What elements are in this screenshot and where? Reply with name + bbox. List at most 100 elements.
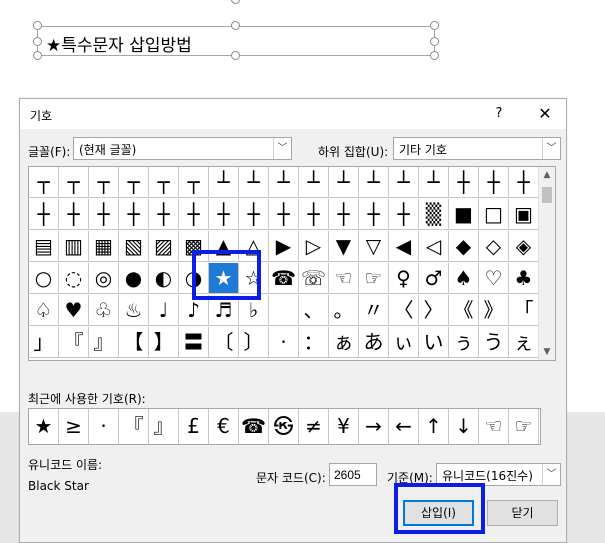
- symbol-cell[interactable]: ●: [119, 263, 149, 294]
- recent-symbol-cell[interactable]: ≠: [299, 409, 329, 444]
- close-button[interactable]: 닫기: [487, 500, 558, 526]
- symbol-cell[interactable]: あ: [359, 327, 389, 358]
- symbol-cell[interactable]: 》: [479, 295, 509, 326]
- recent-symbol-cell[interactable]: ★: [29, 409, 59, 444]
- symbol-cell[interactable]: ▤: [29, 231, 59, 262]
- scroll-up-icon[interactable]: ▲: [539, 167, 555, 183]
- recent-symbol-cell[interactable]: ☜: [479, 409, 509, 444]
- symbol-cell[interactable]: ┼: [209, 199, 239, 230]
- symbol-cell[interactable]: ◐: [149, 263, 179, 294]
- from-combobox[interactable]: 유니코드(16진수) ﹀: [436, 463, 561, 486]
- symbol-cell[interactable]: ┴: [359, 167, 389, 198]
- symbol-cell[interactable]: ▲: [209, 231, 239, 262]
- recent-symbol-cell[interactable]: ☞: [509, 409, 539, 444]
- symbol-cell[interactable]: 《: [449, 295, 479, 326]
- resize-handle-ml[interactable]: [33, 37, 42, 46]
- symbol-cell[interactable]: ♣: [509, 263, 539, 294]
- symbol-cell[interactable]: ┼: [89, 199, 119, 230]
- symbol-cell[interactable]: ▼: [329, 231, 359, 262]
- insert-button[interactable]: 삽입(I): [403, 500, 474, 526]
- symbol-cell[interactable]: ♬: [209, 295, 239, 326]
- symbol-cell[interactable]: 〔: [209, 327, 239, 358]
- symbol-cell[interactable]: ▧: [119, 231, 149, 262]
- symbol-grid-scrollbar[interactable]: ▲ ▼: [538, 167, 555, 360]
- symbol-cell[interactable]: ☏: [299, 263, 329, 294]
- symbol-cell[interactable]: い: [419, 327, 449, 358]
- symbol-cell[interactable]: 〃: [359, 295, 389, 326]
- symbol-cell[interactable]: ┼: [359, 199, 389, 230]
- symbol-cell[interactable]: ┴: [419, 167, 449, 198]
- symbol-cell[interactable]: ○: [29, 263, 59, 294]
- symbol-cell[interactable]: ▨: [149, 231, 179, 262]
- resize-handle-mr[interactable]: [430, 37, 439, 46]
- symbol-cell[interactable]: ♧: [89, 295, 119, 326]
- symbol-cell[interactable]: 『: [59, 327, 89, 358]
- symbol-cell[interactable]: ┼: [479, 167, 509, 198]
- resize-handle-tr[interactable]: [430, 21, 439, 30]
- recent-symbol-cell[interactable]: →: [359, 409, 389, 444]
- recent-symbol-cell[interactable]: ☎: [239, 409, 269, 444]
- symbol-cell[interactable]: ┼: [269, 199, 299, 230]
- font-combobox[interactable]: (현재 글꼴) ﹀: [73, 137, 292, 160]
- symbol-cell[interactable]: ┬: [89, 167, 119, 198]
- symbol-cell[interactable]: ┼: [449, 167, 479, 198]
- symbol-cell[interactable]: 〓: [179, 327, 209, 358]
- symbol-cell[interactable]: ▣: [509, 199, 539, 230]
- symbol-cell[interactable]: ♠: [449, 263, 479, 294]
- chevron-down-icon[interactable]: ﹀: [542, 138, 560, 159]
- dialog-titlebar[interactable]: 기호 ? ✕: [20, 99, 566, 129]
- symbol-cell[interactable]: ♡: [479, 263, 509, 294]
- resize-handle-tl[interactable]: [33, 21, 42, 30]
- resize-handle-br[interactable]: [430, 51, 439, 60]
- symbol-cell[interactable]: ◎: [89, 263, 119, 294]
- symbol-cell[interactable]: ▥: [59, 231, 89, 262]
- symbol-cell[interactable]: ■: [449, 199, 479, 230]
- symbol-cell[interactable]: 〉: [419, 295, 449, 326]
- symbol-cell[interactable]: ♭: [239, 295, 269, 326]
- symbol-cell[interactable]: 』: [89, 327, 119, 358]
- symbol-cell[interactable]: ♪: [179, 295, 209, 326]
- symbol-cell[interactable]: [269, 295, 299, 326]
- symbol-cell[interactable]: ┴: [239, 167, 269, 198]
- rotation-handle[interactable]: [231, 0, 240, 4]
- symbol-cell[interactable]: ぇ: [509, 327, 539, 358]
- symbol-cell[interactable]: ┬: [119, 167, 149, 198]
- recent-symbol-cell[interactable]: £: [179, 409, 209, 444]
- symbol-cell[interactable]: ▦: [89, 231, 119, 262]
- symbol-cell[interactable]: ▷: [299, 231, 329, 262]
- symbol-cell[interactable]: ▒: [419, 199, 449, 230]
- close-icon[interactable]: ✕: [532, 103, 558, 125]
- symbol-cell[interactable]: ♀: [389, 263, 419, 294]
- symbol-cell[interactable]: ┴: [389, 167, 419, 198]
- symbol-cell[interactable]: ┬: [149, 167, 179, 198]
- symbol-cell[interactable]: ┼: [29, 199, 59, 230]
- symbol-cell[interactable]: ┬: [59, 167, 89, 198]
- symbol-cell[interactable]: ┬: [29, 167, 59, 198]
- symbol-cell[interactable]: ┼: [59, 199, 89, 230]
- symbol-cell[interactable]: ▽: [359, 231, 389, 262]
- symbol-cell[interactable]: ┼: [389, 199, 419, 230]
- symbol-cell[interactable]: ぁ: [329, 327, 359, 358]
- symbol-cell[interactable]: ◆: [449, 231, 479, 262]
- scroll-thumb[interactable]: [542, 187, 552, 203]
- recent-symbol-cell[interactable]: ↓: [449, 409, 479, 444]
- symbol-cell[interactable]: ◈: [509, 231, 539, 262]
- chevron-down-icon[interactable]: ﹀: [542, 464, 560, 485]
- recent-symbol-cell[interactable]: ¥: [329, 409, 359, 444]
- symbol-cell[interactable]: ▶: [269, 231, 299, 262]
- symbol-cell[interactable]: 〈: [389, 295, 419, 326]
- recent-symbol-cell[interactable]: €: [209, 409, 239, 444]
- symbol-cell[interactable]: 「: [509, 295, 539, 326]
- recent-symbol-cell[interactable]: 『: [119, 409, 149, 444]
- recent-symbol-cell[interactable]: ≥: [59, 409, 89, 444]
- recent-symbol-cell[interactable]: ·: [89, 409, 119, 444]
- symbol-cell[interactable]: ┼: [149, 199, 179, 230]
- symbol-cell[interactable]: ◑: [179, 263, 209, 294]
- recent-symbol-cell[interactable]: ㉿: [269, 409, 299, 444]
- resize-handle-bl[interactable]: [33, 51, 42, 60]
- help-button[interactable]: ?: [488, 103, 510, 125]
- symbol-cell[interactable]: 」: [29, 327, 59, 358]
- symbol-cell[interactable]: ぅ: [449, 327, 479, 358]
- recent-symbol-cell[interactable]: ↑: [419, 409, 449, 444]
- symbol-cell[interactable]: ♥: [59, 295, 89, 326]
